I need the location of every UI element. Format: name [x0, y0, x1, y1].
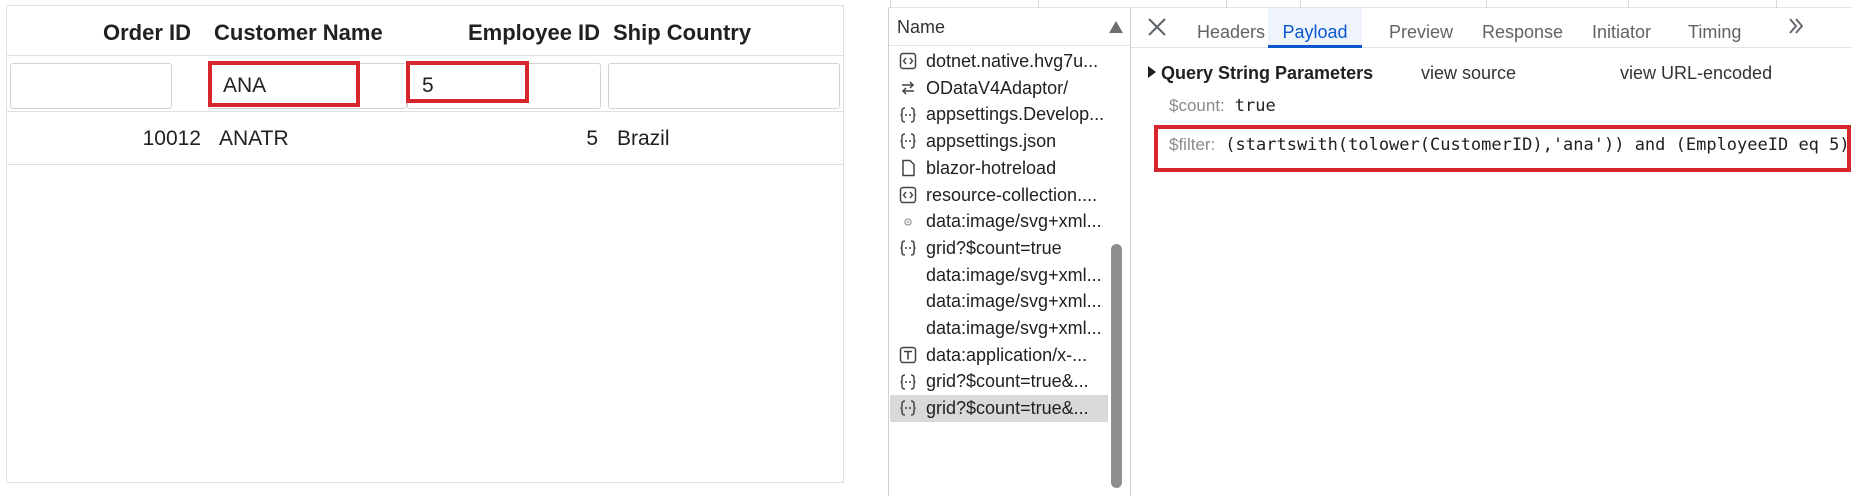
request-name: data:image/svg+xml... — [926, 264, 1102, 285]
name-column-label: Name — [897, 17, 946, 37]
tab-preview[interactable]: Preview — [1389, 8, 1453, 48]
order-id-filter-input[interactable] — [11, 64, 171, 108]
view-url-encoded-link[interactable]: view URL-encoded — [1620, 63, 1772, 84]
column-header-order-id[interactable]: Order ID — [103, 6, 191, 56]
filter-row — [7, 56, 843, 112]
close-icon[interactable] — [1146, 16, 1168, 38]
name-column-header[interactable]: Name — [889, 8, 1130, 46]
request-list-item[interactable]: appsettings.Develop... — [890, 101, 1108, 128]
param-filter: $filter: (startswith(tolower(CustomerID),… — [1169, 135, 1850, 155]
view-source-link[interactable]: view source — [1421, 63, 1516, 84]
request-name: appsettings.json — [926, 131, 1057, 152]
param-value: (startswith(tolower(CustomerID),'ana')) … — [1225, 135, 1850, 155]
tab-timing[interactable]: Timing — [1688, 8, 1741, 48]
employee-id-filter-cell — [407, 63, 601, 109]
request-list-item[interactable]: appsettings.json — [890, 128, 1108, 155]
request-list-item[interactable]: grid?$count=true&... — [890, 395, 1108, 422]
column-header-ship-country[interactable]: Ship Country — [613, 6, 751, 56]
arrows-icon — [901, 81, 915, 95]
text-icon — [899, 346, 917, 364]
braces-icon — [900, 133, 916, 150]
request-list-item[interactable]: dotnet.native.hvg7u... — [890, 48, 1108, 75]
employee-id-filter-input[interactable] — [408, 64, 600, 108]
request-name: resource-collection.... — [926, 184, 1098, 205]
request-list-item[interactable]: data:image/svg+xml... — [890, 262, 1108, 289]
request-name: data:application/x-... — [926, 344, 1088, 365]
order-id-filter-cell — [10, 63, 172, 109]
cell-ship-country: Brazil — [617, 127, 670, 150]
document-icon — [902, 159, 915, 177]
request-name: data:image/svg+xml... — [926, 291, 1102, 312]
chevron-double-right-icon[interactable] — [1786, 16, 1806, 36]
column-header-employee-id[interactable]: Employee ID — [468, 6, 600, 56]
braces-icon — [900, 240, 916, 256]
braces-icon — [900, 400, 916, 417]
request-name: grid?$count=true&... — [926, 371, 1089, 392]
braces-icon — [900, 106, 916, 123]
customer-name-filter-cell — [208, 63, 407, 109]
request-list-item[interactable]: data:image/svg+xml... — [890, 315, 1108, 342]
tab-initiator[interactable]: Initiator — [1592, 8, 1651, 48]
data-grid: Order ID Customer Name Employee ID Ship … — [6, 5, 844, 483]
request-list-item[interactable]: data:image/svg+xml... — [890, 288, 1108, 315]
request-list-panel: Name dotnet.native.hvg7u... ODataV4Adapto… — [888, 8, 1131, 496]
param-key: $count: — [1169, 96, 1225, 115]
request-name: appsettings.Develop... — [926, 104, 1105, 125]
devtools-top-strip — [888, 0, 1851, 8]
request-list-item[interactable]: grid?$count=true — [890, 235, 1108, 262]
request-list-item[interactable]: ODataV4Adaptor/ — [890, 75, 1108, 102]
dot-icon — [904, 217, 912, 226]
cell-customer-name: ANATR — [219, 127, 289, 150]
ship-country-filter-input[interactable] — [609, 64, 839, 108]
tab-headers[interactable]: Headers — [1197, 8, 1265, 48]
code-icon — [899, 186, 917, 204]
request-name: dotnet.native.hvg7u... — [926, 51, 1099, 71]
request-details-panel: Headers Payload Preview Response Initiat… — [1131, 8, 1851, 496]
table-row[interactable]: 10012 ANATR 5 Brazil — [7, 112, 843, 165]
code-icon — [899, 53, 917, 70]
query-string-parameters-title[interactable]: Query String Parameters — [1161, 63, 1373, 84]
request-name: blazor-hotreload — [926, 157, 1057, 178]
param-count: $count: true — [1169, 96, 1276, 116]
request-list-item[interactable]: blazor-hotreload — [890, 155, 1108, 182]
request-name: grid?$count=true&... — [926, 398, 1089, 419]
sort-ascending-icon[interactable] — [1108, 20, 1124, 34]
details-tabbar: Headers Payload Preview Response Initiat… — [1131, 8, 1851, 48]
column-header-customer-name[interactable]: Customer Name — [214, 6, 383, 56]
request-list-item[interactable]: resource-collection.... — [890, 182, 1108, 209]
request-name: data:image/svg+xml... — [926, 318, 1102, 338]
devtools-panel: Name dotnet.native.hvg7u... ODataV4Adapto… — [888, 0, 1851, 496]
braces-icon — [900, 373, 916, 390]
param-value: true — [1234, 96, 1276, 116]
request-list-item[interactable]: data:application/x-... — [890, 342, 1108, 369]
request-list-item[interactable]: data:image/svg+xml... — [890, 208, 1108, 235]
tab-response[interactable]: Response — [1482, 8, 1563, 48]
caret-right-icon[interactable] — [1147, 66, 1157, 78]
request-name: ODataV4Adaptor/ — [926, 77, 1069, 98]
grid-header: Order ID Customer Name Employee ID Ship … — [7, 6, 843, 56]
request-list-scrollbar[interactable] — [1111, 244, 1122, 488]
request-list-item[interactable]: grid?$count=true&... — [890, 368, 1108, 395]
ship-country-filter-cell — [608, 63, 840, 109]
request-name: grid?$count=true — [926, 237, 1062, 258]
customer-name-filter-input[interactable] — [209, 64, 406, 108]
param-key: $filter: — [1169, 135, 1216, 154]
tab-payload[interactable]: Payload — [1268, 8, 1362, 48]
cell-order-id: 10012 — [142, 127, 201, 150]
cell-employee-id: 5 — [586, 127, 598, 150]
request-name: data:image/svg+xml... — [926, 211, 1102, 232]
